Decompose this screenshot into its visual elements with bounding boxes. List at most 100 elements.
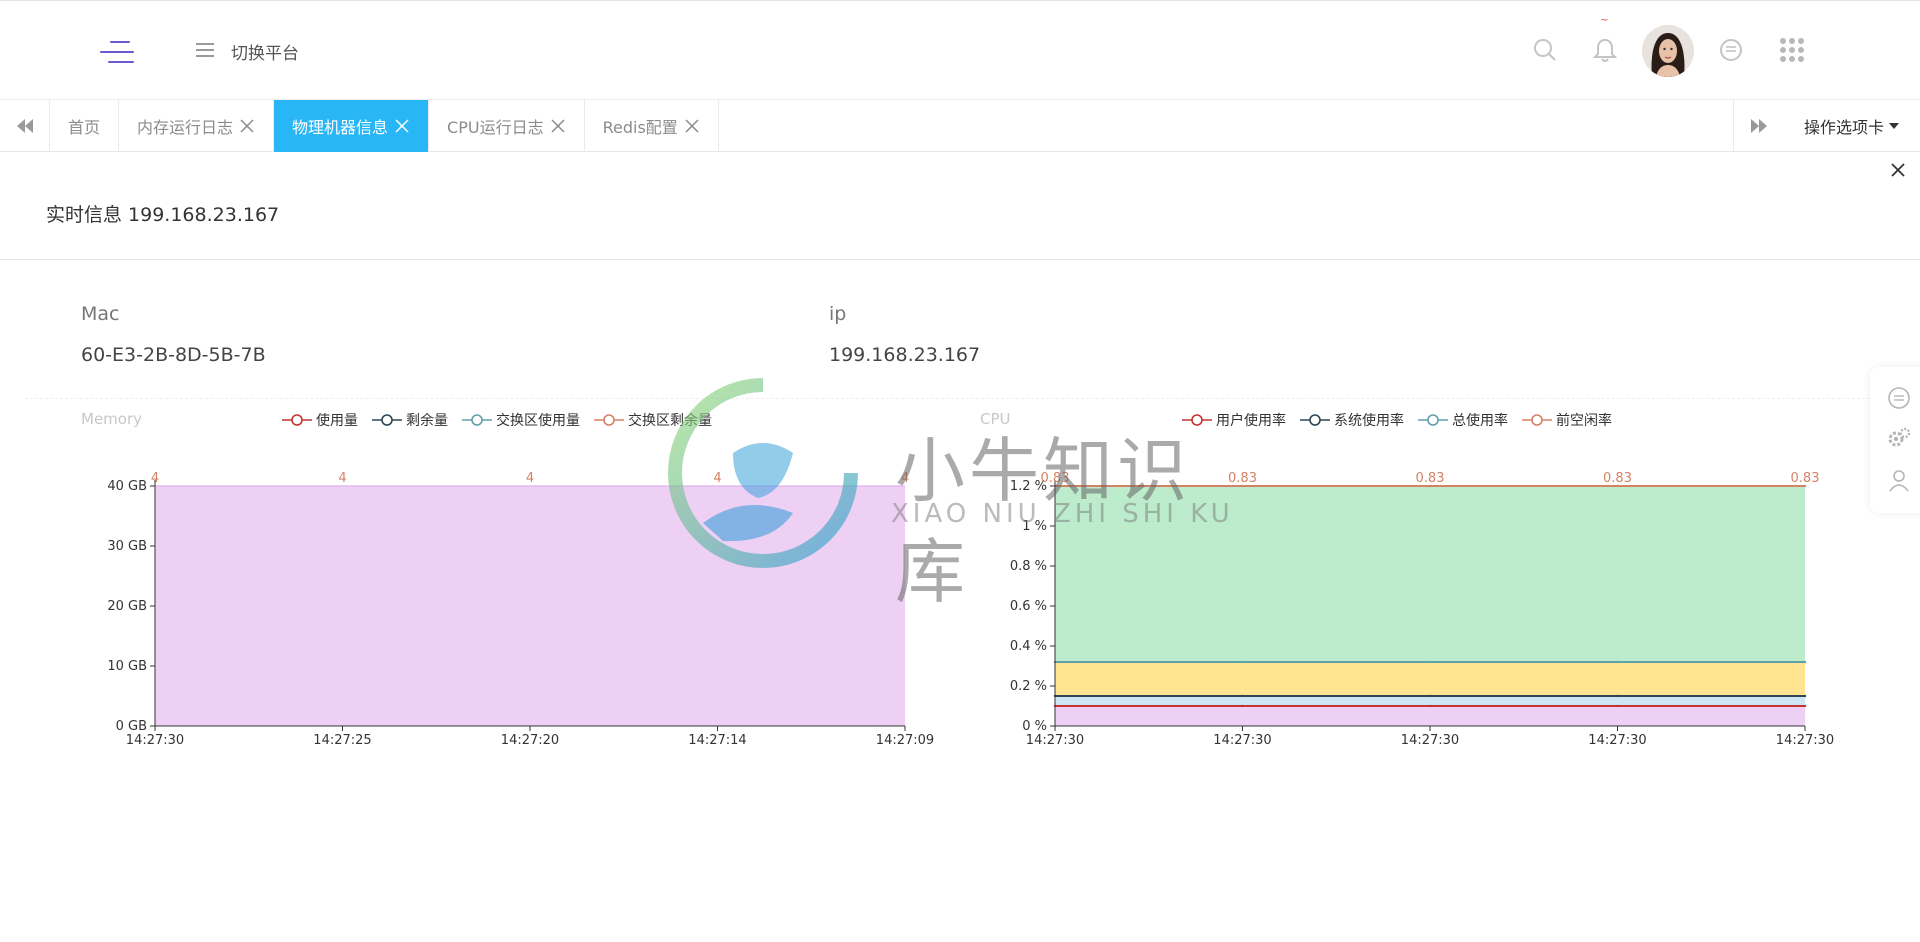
logo-menu-icon[interactable] (100, 39, 134, 65)
cpu-chart-title: CPU (980, 410, 1011, 428)
memory-legend-item[interactable]: 交换区剩余量 (594, 410, 712, 430)
cpu-data-point (1241, 660, 1244, 664)
cpu-legend-label: 用户使用率 (1216, 413, 1286, 429)
memory-legend-item[interactable]: 使用量 (282, 410, 358, 430)
memory-data-label: 4 (338, 471, 346, 486)
memory-chart-title: Memory (81, 410, 143, 428)
cpu-legend-label: 系统使用率 (1334, 413, 1404, 429)
search-icon[interactable] (1530, 35, 1560, 65)
cpu-legend-item[interactable]: 系统使用率 (1300, 410, 1404, 430)
cpu-data-point (1241, 704, 1244, 708)
panel-header: 实时信息 199.168.23.167 (0, 152, 1920, 260)
memory-data-label: 4 (526, 471, 534, 486)
cpu-legend-item[interactable]: 总使用率 (1418, 410, 1508, 430)
tab-label: 物理机器信息 (292, 118, 389, 137)
tab-actions-label: 操作选项卡 (1803, 118, 1884, 137)
memory-x-tick-label: 14:27:20 (501, 733, 559, 748)
tab-home[interactable]: 首页 (50, 100, 120, 152)
legend-marker-icon (462, 414, 492, 426)
tab-machine-info[interactable]: 物理机器信息 (274, 100, 430, 152)
apps-grid-icon[interactable] (1777, 35, 1807, 65)
memory-legend-item[interactable]: 交换区使用量 (462, 410, 580, 430)
cpu-chart: 0 %0.2 %0.4 %0.6 %0.8 %1 %1.2 %14:27:30 1… (1010, 471, 1834, 748)
memory-data-label: 4 (713, 471, 721, 486)
cpu-x-tick-label: 14:27:30 (1588, 733, 1646, 748)
mac-label: Mac (81, 303, 120, 325)
memory-x-tick-label: 14:27:09 (876, 733, 934, 748)
memory-area (155, 486, 905, 726)
chat-icon[interactable] (1716, 35, 1746, 65)
memory-x-tick-label: 14:27:30 (126, 733, 184, 748)
cpu-data-label: 0.83 (1228, 471, 1257, 486)
memory-x-tick-label: 14:27:14 (688, 733, 746, 748)
double-chevron-left-icon (16, 119, 33, 133)
cpu-x-tick-label: 14:27:30 (1776, 733, 1834, 748)
memory-chart-legend: 使用量 剩余量 交换区使用量 交换区剩余量 (282, 410, 726, 430)
cpu-data-point (1616, 694, 1619, 698)
tab-actions-dropdown[interactable]: 操作选项卡 (1783, 100, 1920, 152)
memory-y-tick-label: 10 GB (107, 659, 147, 674)
cpu-legend-label: 总使用率 (1452, 413, 1508, 429)
legend-marker-icon (1182, 414, 1212, 426)
close-icon[interactable] (684, 118, 700, 134)
cpu-data-point (1428, 660, 1432, 664)
switch-platform-link[interactable]: 切换平台 (231, 39, 299, 64)
ip-value: 199.168.23.167 (829, 344, 981, 366)
close-icon[interactable] (550, 118, 566, 134)
divider (25, 398, 1895, 399)
user-icon[interactable] (1886, 467, 1912, 493)
tab-cpu-log[interactable]: CPU运行日志 (429, 100, 585, 152)
cpu-data-label: 0.83 (1416, 471, 1445, 486)
cpu-y-tick-label: 0.4 % (1010, 639, 1047, 654)
memory-y-tick-label: 20 GB (107, 599, 147, 614)
legend-marker-icon (282, 414, 312, 426)
memory-legend-item[interactable]: 剩余量 (372, 410, 448, 430)
cpu-data-label: 0.83 (1791, 471, 1820, 486)
close-icon[interactable] (394, 118, 410, 134)
close-icon[interactable] (239, 118, 255, 134)
top-header: 切换平台 ~ (0, 0, 1920, 100)
tab-scroll-right-button[interactable] (1733, 100, 1783, 152)
tab-label: 首页 (68, 118, 101, 137)
memory-data-label: 4 (151, 471, 159, 486)
cpu-y-tick-label: 0.8 % (1010, 559, 1047, 574)
cpu-y-tick-label: 1 % (1022, 519, 1047, 534)
memory-x-tick-label: 14:27:25 (313, 733, 371, 748)
mac-value: 60-E3-2B-8D-5B-7B (81, 344, 266, 366)
memory-y-tick-label: 30 GB (107, 539, 147, 554)
message-icon[interactable] (1886, 385, 1912, 411)
cpu-x-tick-label: 14:27:30 (1401, 733, 1459, 748)
cpu-chart-legend: 用户使用率 系统使用率 总使用率 前空闲率 (1182, 410, 1626, 430)
tab-redis-config[interactable]: Redis配置 (585, 100, 719, 152)
sidebar-toggle-icon[interactable] (196, 43, 214, 59)
memory-legend-label: 剩余量 (406, 413, 448, 429)
user-avatar[interactable] (1642, 25, 1694, 77)
memory-data-label: 4 (901, 471, 909, 486)
cpu-area-用户使用率 (1055, 706, 1805, 726)
memory-y-tick-label: 40 GB (107, 479, 147, 494)
cpu-legend-label: 前空闲率 (1556, 413, 1612, 429)
info-panel: 实时信息 199.168.23.167 Mac 60-E3-2B-8D-5B-7… (0, 152, 1920, 902)
tab-memory-log[interactable]: 内存运行日志 (119, 100, 275, 152)
cpu-x-tick-label: 14:27:30 (1213, 733, 1271, 748)
bell-icon[interactable] (1590, 35, 1620, 65)
ip-label: ip (829, 303, 847, 325)
memory-chart: 0 GB 10 GB 20 GB 30 GB 40 GB 14:27:30 14:27:25… (107, 471, 934, 748)
memory-legend-label: 使用量 (316, 413, 358, 429)
cpu-data-point (1241, 694, 1244, 698)
gears-icon[interactable] (1886, 425, 1912, 451)
cpu-data-point (1803, 694, 1807, 698)
cpu-data-point (1428, 694, 1432, 698)
legend-marker-icon (372, 414, 402, 426)
panel-title: 实时信息 199.168.23.167 (46, 204, 280, 226)
tab-label: CPU运行日志 (447, 118, 544, 137)
memory-legend-label: 交换区剩余量 (628, 413, 712, 429)
cpu-legend-item[interactable]: 用户使用率 (1182, 410, 1286, 430)
legend-marker-icon (594, 414, 624, 426)
caret-down-icon (1889, 123, 1899, 129)
cpu-legend-item[interactable]: 前空闲率 (1522, 410, 1612, 430)
tab-scroll-left-button[interactable] (0, 100, 50, 152)
close-icon[interactable] (1888, 160, 1908, 180)
cpu-data-point (1616, 704, 1619, 708)
cpu-y-tick-label: 0 % (1022, 719, 1047, 734)
